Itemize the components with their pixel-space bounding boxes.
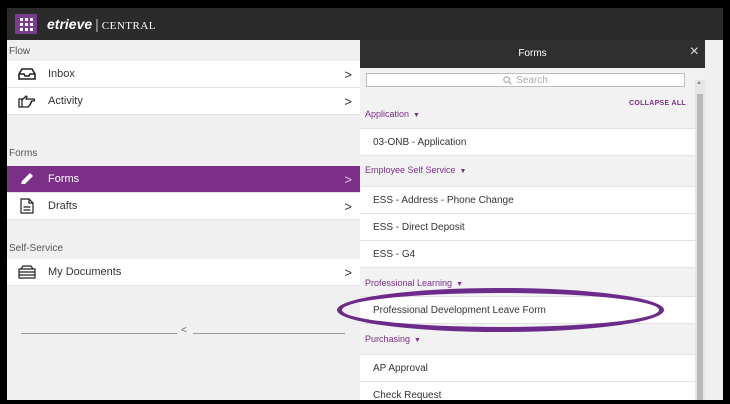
search-icon xyxy=(503,75,512,85)
expand-triangle-icon: ▼ xyxy=(459,168,467,175)
scroll-up-icon[interactable]: ▲ xyxy=(696,80,702,86)
divider xyxy=(193,333,345,334)
pointing-hand-icon xyxy=(18,93,36,109)
search-placeholder: Search xyxy=(516,74,548,86)
chevron-right-icon: > xyxy=(344,94,352,109)
form-item[interactable]: 03-ONB - Application xyxy=(360,128,695,156)
pencil-icon xyxy=(18,171,36,187)
chevron-right-icon: > xyxy=(344,199,352,214)
chevron-right-icon: > xyxy=(344,265,352,280)
nav-label-my-documents: My Documents xyxy=(48,266,122,278)
left-navigation: Flow Inbox > Activity > Forms Forms > Dr… xyxy=(7,40,360,400)
nav-item-drafts[interactable]: Drafts > xyxy=(7,193,360,220)
category-application[interactable]: Application ▼ xyxy=(365,109,420,119)
nav-label-drafts: Drafts xyxy=(48,200,78,212)
background-strip xyxy=(705,40,723,400)
category-purchasing[interactable]: Purchasing ▼ xyxy=(365,334,421,344)
top-bar: etrieve | CENTRAL xyxy=(7,8,723,40)
form-item[interactable]: ESS - Address - Phone Change xyxy=(360,186,695,214)
expand-triangle-icon: ▼ xyxy=(456,281,463,288)
nav-label-inbox: Inbox xyxy=(48,68,75,80)
nav-item-activity[interactable]: Activity > xyxy=(7,88,360,115)
chevron-right-icon: > xyxy=(344,172,352,187)
section-label-forms: Forms xyxy=(9,148,38,159)
brand: etrieve | CENTRAL xyxy=(47,16,156,32)
form-item[interactable]: Check Request xyxy=(360,381,695,400)
collapse-nav-handle[interactable]: < xyxy=(181,325,187,336)
chevron-right-icon: > xyxy=(344,67,352,82)
category-label: Purchasing xyxy=(365,334,411,344)
app-window: etrieve | CENTRAL Flow Inbox > Activity > … xyxy=(7,8,723,400)
category-label: Employee Self Service xyxy=(365,165,456,175)
form-item[interactable]: ESS - Direct Deposit xyxy=(360,213,695,241)
brand-app-name: CENTRAL xyxy=(101,20,157,32)
scrollbar[interactable]: ▲ xyxy=(695,80,705,400)
document-icon xyxy=(18,198,36,214)
section-label-flow: Flow xyxy=(9,46,31,57)
search-input[interactable]: Search xyxy=(366,73,685,87)
category-label: Application xyxy=(365,109,410,119)
app-grid-icon[interactable] xyxy=(15,14,37,34)
nav-label-forms: Forms xyxy=(48,173,80,185)
forms-panel: Forms × Search COLLAPSE ALL Application ▼… xyxy=(360,40,705,400)
section-label-self-service: Self-Service xyxy=(9,243,63,254)
category-professional-learning[interactable]: Professional Learning ▼ xyxy=(365,278,463,288)
panel-title: Forms xyxy=(518,48,547,59)
close-icon[interactable]: × xyxy=(690,43,699,61)
form-item[interactable]: ESS - G4 xyxy=(360,240,695,268)
document-stack-icon xyxy=(18,264,36,280)
divider xyxy=(21,333,177,334)
brand-separator: | xyxy=(95,16,99,32)
expand-triangle-icon: ▼ xyxy=(413,112,420,119)
nav-item-forms[interactable]: Forms > xyxy=(7,166,360,193)
category-employee-self-service[interactable]: Employee Self Service ▼ xyxy=(365,165,466,175)
collapse-all-link[interactable]: COLLAPSE ALL xyxy=(629,100,686,107)
panel-header: Forms × xyxy=(360,40,705,68)
category-label: Professional Learning xyxy=(365,278,453,288)
brand-logo: etrieve xyxy=(47,16,93,32)
nav-item-my-documents[interactable]: My Documents > xyxy=(7,259,360,286)
nav-label-activity: Activity xyxy=(48,95,83,107)
scrollbar-thumb[interactable] xyxy=(697,94,703,400)
nav-item-inbox[interactable]: Inbox > xyxy=(7,61,360,88)
expand-triangle-icon: ▼ xyxy=(414,337,421,344)
inbox-icon xyxy=(18,66,36,82)
form-item[interactable]: AP Approval xyxy=(360,354,695,382)
form-item[interactable]: Professional Development Leave Form xyxy=(360,296,695,324)
